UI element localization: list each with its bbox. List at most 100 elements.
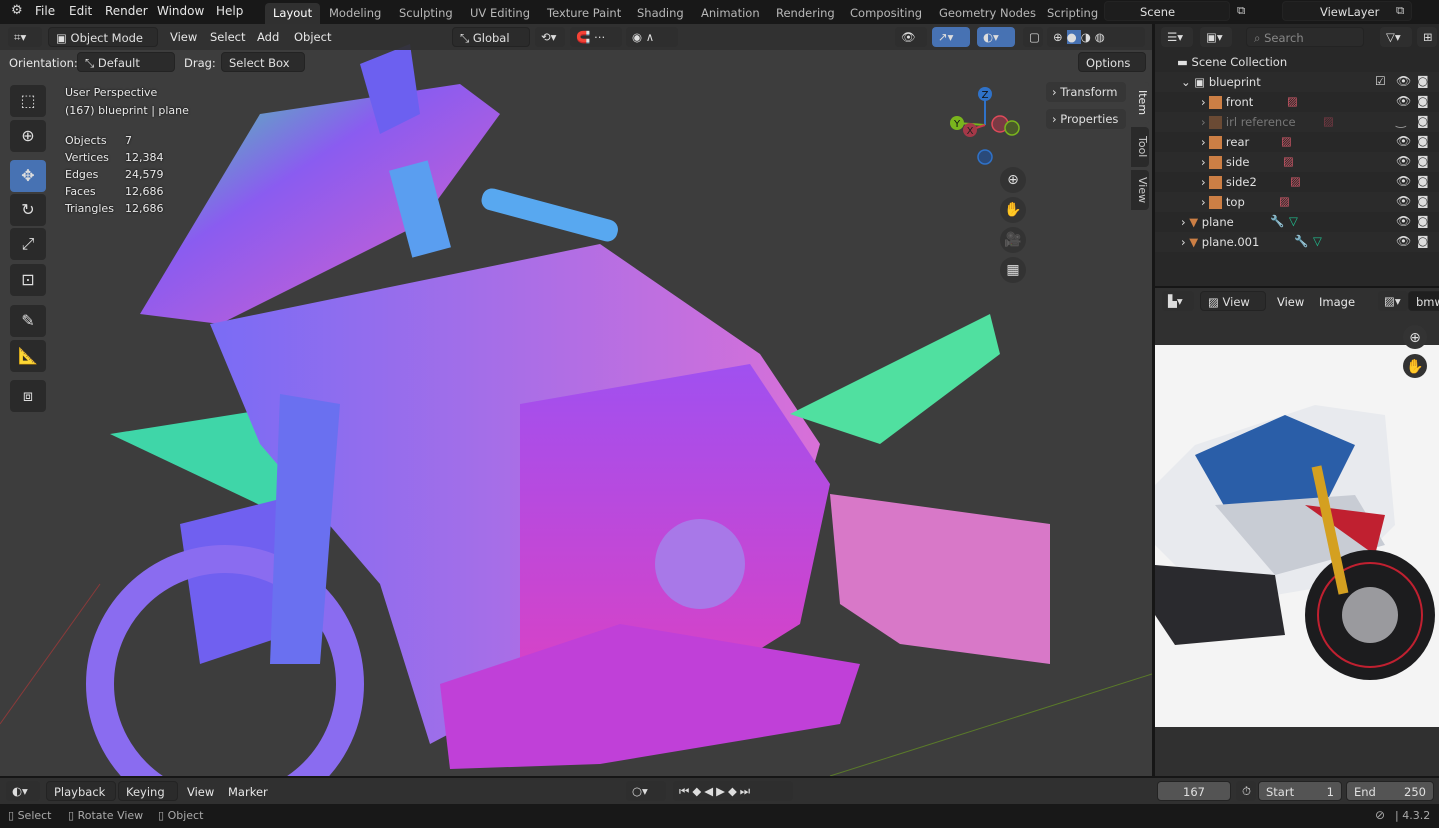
tab-uv-editing[interactable]: UV Editing xyxy=(462,3,538,24)
transform-orientation-selector[interactable]: ⤡ Global xyxy=(452,27,530,47)
current-frame-field[interactable]: 167 xyxy=(1157,781,1231,801)
outliner-item-side[interactable]: › side ▨ 👁 ◙ xyxy=(1155,152,1439,172)
pan-hand-icon[interactable]: ✋ xyxy=(1000,197,1026,223)
measure-tool-icon[interactable]: 📐 xyxy=(10,340,46,372)
outliner-item-blueprint[interactable]: ⌄ ▣ blueprint ☑ 👁 ◙ xyxy=(1155,72,1439,92)
reference-image[interactable] xyxy=(1155,345,1439,727)
new-collection-icon[interactable]: ⊞ xyxy=(1417,27,1437,47)
image-data-icon[interactable]: ▨ xyxy=(1287,94,1298,108)
mode-selector[interactable]: ▣ Object Mode xyxy=(48,27,158,47)
stopwatch-icon[interactable]: ⏱ xyxy=(1236,781,1256,801)
camera-icon[interactable]: ◙ xyxy=(1417,174,1429,188)
timeline-editor-type[interactable]: ◐▾ xyxy=(6,781,40,801)
menu-window[interactable]: Window xyxy=(157,4,204,18)
transform-panel-header[interactable]: › Transform xyxy=(1046,82,1126,102)
prev-keyframe-icon[interactable]: ◆ xyxy=(692,784,704,798)
ortho-grid-icon[interactable]: ▦ xyxy=(1000,257,1026,283)
outliner-item-plane[interactable]: › ▼ plane 🔧 ▽ 👁 ◙ xyxy=(1155,212,1439,232)
menu-add[interactable]: Add xyxy=(257,30,279,44)
image-name-field[interactable]: bmw xyxy=(1408,291,1439,311)
rendered-shading-icon[interactable]: ◍ xyxy=(1095,30,1109,44)
visibility-selector[interactable]: 👁 xyxy=(895,27,927,47)
camera-icon[interactable]: ◙ xyxy=(1417,94,1429,108)
modifier-wrench-icon[interactable]: 🔧 xyxy=(1270,214,1284,228)
camera-icon[interactable]: ◙ xyxy=(1417,74,1429,88)
proportional-editing-toggle[interactable]: ◉ ∧ xyxy=(626,27,678,47)
eye-icon[interactable]: 👁 xyxy=(1396,194,1411,208)
network-off-icon[interactable]: ⊘ xyxy=(1375,808,1385,822)
tab-texture-paint[interactable]: Texture Paint xyxy=(539,3,629,24)
image-data-icon[interactable]: ▨ xyxy=(1290,174,1301,188)
menu-view[interactable]: View xyxy=(187,785,214,799)
tab-shading[interactable]: Shading xyxy=(629,3,692,24)
expand-chevron-icon[interactable]: ⌄ xyxy=(1181,75,1194,89)
scale-tool-icon[interactable]: ⤢ xyxy=(10,228,46,260)
tab-sculpting[interactable]: Sculpting xyxy=(391,3,461,24)
sidebar-tab-tool[interactable]: Tool xyxy=(1131,127,1149,167)
jump-end-icon[interactable]: ⏭ xyxy=(740,784,753,798)
orientation-dropdown[interactable]: ⤡ Default xyxy=(77,52,175,72)
auto-keying-toggle[interactable]: ○▾ xyxy=(626,781,666,801)
next-keyframe-icon[interactable]: ◆ xyxy=(728,784,740,798)
eye-icon[interactable]: 👁 xyxy=(1396,134,1411,148)
camera-icon[interactable]: ◙ xyxy=(1417,114,1429,128)
shading-mode-selector[interactable]: ⊕●◑◍ xyxy=(1047,27,1145,47)
playback-controls[interactable]: ⏮◆◀▶◆⏭ xyxy=(673,781,793,801)
move-tool-icon[interactable]: ✥ xyxy=(10,160,46,192)
outliner-editor-type[interactable]: ☰▾ xyxy=(1161,27,1193,47)
menu-help[interactable]: Help xyxy=(216,4,243,18)
pivot-point-selector[interactable]: ⟲▾ xyxy=(535,27,565,47)
navigation-gizmo[interactable]: X Y Z xyxy=(940,80,1030,170)
new-view-layer-icon[interactable]: ⧉ xyxy=(1396,3,1404,18)
modifier-wrench-icon[interactable]: 🔧 xyxy=(1294,234,1308,248)
display-mode-selector[interactable]: ▣▾ xyxy=(1200,27,1232,47)
sidebar-tab-view[interactable]: View xyxy=(1131,170,1149,210)
eye-icon[interactable]: 👁 xyxy=(1396,234,1411,248)
menu-select[interactable]: Select xyxy=(210,30,245,44)
tab-scripting[interactable]: Scripting xyxy=(1039,3,1106,24)
mesh-data-icon[interactable]: ▽ xyxy=(1289,214,1298,228)
image-editor-type[interactable]: ▙▾ xyxy=(1162,291,1194,311)
image-view-dropdown[interactable]: ▨ View xyxy=(1200,291,1266,311)
camera-icon[interactable]: ◙ xyxy=(1417,134,1429,148)
camera-icon[interactable]: ◙ xyxy=(1417,154,1429,168)
filter-icon[interactable]: ▽▾ xyxy=(1380,27,1412,47)
sidebar-tab-item[interactable]: Item xyxy=(1131,82,1149,124)
transform-tool-icon[interactable]: ⊡ xyxy=(10,264,46,296)
play-reverse-icon[interactable]: ◀ xyxy=(704,784,716,798)
image-data-icon[interactable]: ▨ xyxy=(1279,194,1290,208)
xray-toggle[interactable]: ▢ xyxy=(1023,27,1043,47)
eye-icon[interactable]: 👁 xyxy=(1396,74,1411,88)
gizmo-toggle[interactable]: ↗▾ xyxy=(932,27,970,47)
menu-marker[interactable]: Marker xyxy=(228,785,268,799)
neg-z-axis-handle[interactable] xyxy=(977,149,993,165)
mesh-data-icon[interactable]: ▽ xyxy=(1313,234,1322,248)
menu-object[interactable]: Object xyxy=(294,30,331,44)
play-icon[interactable]: ▶ xyxy=(716,784,728,798)
select-box-tool-icon[interactable]: ⬚ xyxy=(10,85,46,117)
annotate-tool-icon[interactable]: ✎ xyxy=(10,305,46,337)
image-pan-hand-icon[interactable]: ✋ xyxy=(1403,354,1427,378)
cursor-tool-icon[interactable]: ⊕ xyxy=(10,120,46,152)
tab-layout[interactable]: Layout xyxy=(265,3,321,24)
eye-icon[interactable]: 👁 xyxy=(1396,174,1411,188)
zoom-icon[interactable]: ⊕ xyxy=(1000,167,1026,193)
start-frame-field[interactable]: Start 1 xyxy=(1258,781,1342,801)
editor-type-selector[interactable]: ⌗▾ xyxy=(8,27,42,47)
outliner-item-rear[interactable]: › rear ▨ 👁 ◙ xyxy=(1155,132,1439,152)
eye-icon[interactable]: 👁 xyxy=(1396,94,1411,108)
image-data-icon[interactable]: ▨ xyxy=(1281,134,1292,148)
outliner-item-plane-001[interactable]: › ▼ plane.001 🔧 ▽ 👁 ◙ xyxy=(1155,232,1439,252)
camera-icon[interactable]: ◙ xyxy=(1417,194,1429,208)
eye-icon[interactable]: 👁 xyxy=(1396,214,1411,228)
exclude-checkbox[interactable]: ☑ xyxy=(1375,74,1386,88)
view-layer-selector[interactable]: ViewLayer xyxy=(1282,1,1412,21)
outliner-search-input[interactable]: ⌕ Search xyxy=(1246,27,1364,47)
menu-render[interactable]: Render xyxy=(105,4,148,18)
properties-panel-header[interactable]: › Properties xyxy=(1046,109,1126,129)
menu-file[interactable]: File xyxy=(35,4,55,18)
playback-dropdown[interactable]: Playback xyxy=(46,781,116,801)
neg-y-axis-handle[interactable] xyxy=(1004,120,1020,136)
eye-closed-icon[interactable]: ‿ xyxy=(1396,114,1406,128)
camera-icon[interactable]: ◙ xyxy=(1417,234,1429,248)
